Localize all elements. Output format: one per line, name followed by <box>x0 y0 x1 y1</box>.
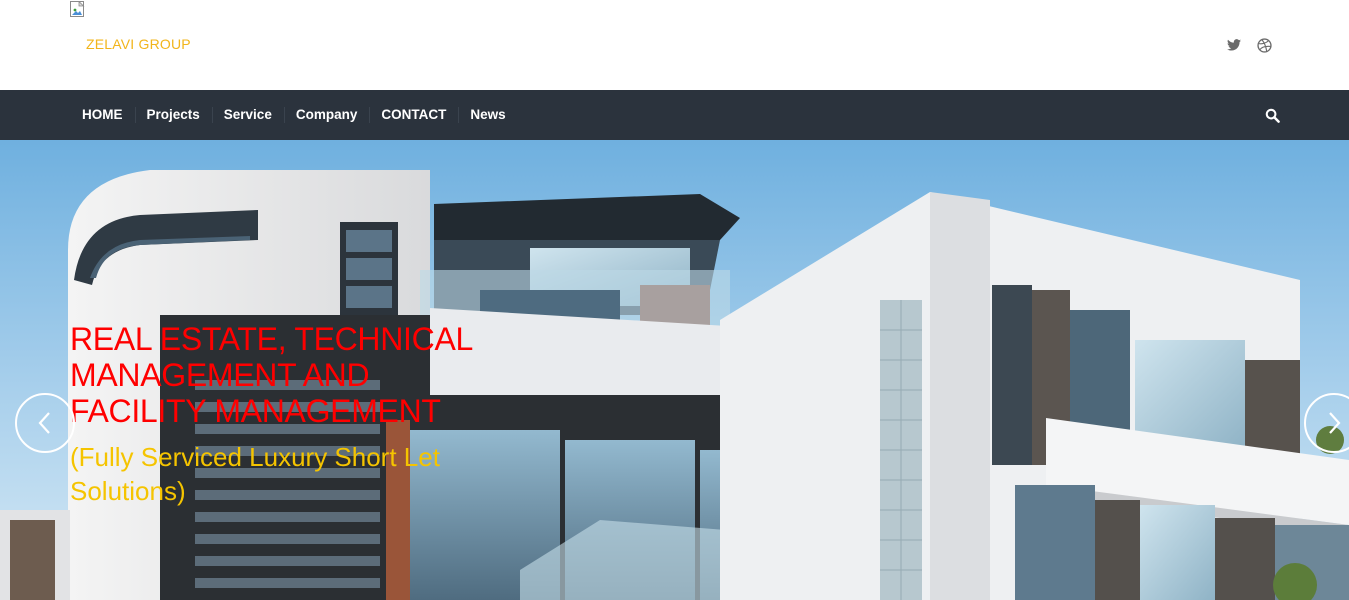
nav-item-home[interactable]: HOME <box>70 90 135 140</box>
chevron-left-icon <box>38 412 50 434</box>
nav-item-service[interactable]: Service <box>211 90 284 140</box>
hero-subtitle: (Fully Serviced Luxury Short Let Solutio… <box>70 442 440 506</box>
slider-prev-button[interactable] <box>15 393 75 453</box>
site-header: ZELAVI GROUP <box>0 0 1349 90</box>
hero-title: REAL ESTATE, TECHNICAL MANAGEMENT AND FA… <box>70 321 472 429</box>
nav-item-projects[interactable]: Projects <box>134 90 212 140</box>
main-nav: HOME Projects Service Company CONTACT Ne… <box>0 90 1349 140</box>
nav-item-company[interactable]: Company <box>283 90 370 140</box>
chevron-right-icon <box>1329 412 1341 434</box>
nav-item-news[interactable]: News <box>458 90 517 140</box>
logo-image-icon[interactable] <box>70 0 86 17</box>
hero-slider: REAL ESTATE, TECHNICAL MANAGEMENT AND FA… <box>0 140 1349 600</box>
twitter-icon[interactable] <box>1226 36 1242 54</box>
search-icon[interactable] <box>1262 105 1282 125</box>
dribbble-icon[interactable] <box>1256 36 1272 54</box>
nav-menu: HOME Projects Service Company CONTACT Ne… <box>70 90 518 140</box>
brand-link[interactable]: ZELAVI GROUP <box>86 36 191 52</box>
nav-item-contact[interactable]: CONTACT <box>369 90 458 140</box>
